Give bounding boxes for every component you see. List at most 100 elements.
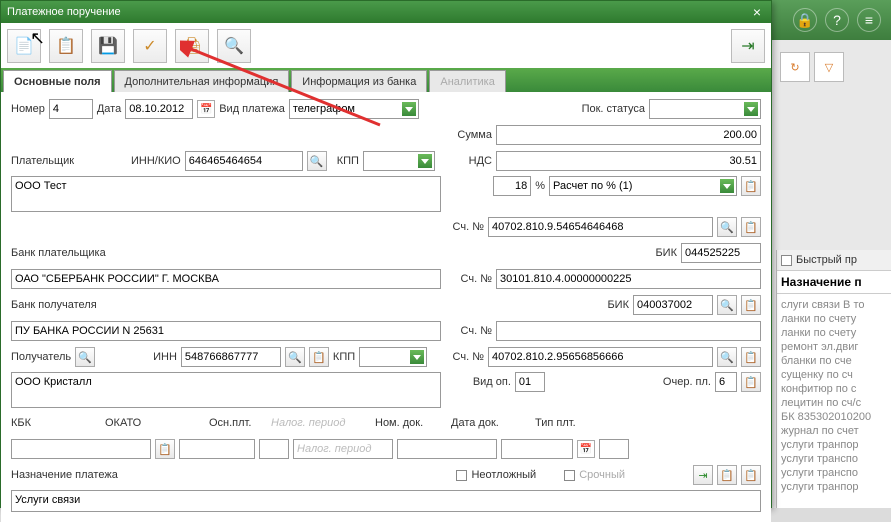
datedok-calendar-icon[interactable]: 📅 (577, 440, 595, 458)
tab-extra[interactable]: Дополнительная информация (114, 70, 290, 92)
toolbar: 📄 📋 💾 ✓ 🖨 🔍 ⇥ (1, 23, 771, 68)
print-button[interactable]: 🖨 (175, 29, 209, 63)
okato-label: ОКАТО (105, 417, 205, 429)
recv-bik-lookup-button[interactable]: 🔍 (717, 295, 737, 315)
exit-button[interactable]: ⇥ (731, 29, 765, 63)
recv-acc-input[interactable] (488, 347, 713, 367)
recv-inn-label: ИНН (153, 351, 177, 363)
funnel-icon[interactable]: ▽ (814, 52, 844, 82)
vid-op-input[interactable] (515, 372, 545, 392)
purpose-btn3[interactable]: 📋 (741, 465, 761, 485)
osn-label: Осн.плт. (209, 417, 267, 429)
kbk-list-button[interactable]: 📋 (155, 439, 175, 459)
recv-kpp-select[interactable] (359, 347, 427, 367)
right-panel-body: слуги связи В то ланки по счету ланки по… (777, 294, 891, 498)
kbk-input[interactable] (11, 439, 151, 459)
tabbar: Основные поля Дополнительная информация … (1, 68, 771, 92)
number-label: Номер (11, 103, 45, 115)
payer-acc-input[interactable] (488, 217, 713, 237)
menu-icon[interactable]: ≡ (857, 8, 881, 32)
nds-calc-select[interactable]: Расчет по % (1) (549, 176, 737, 196)
recv-bank-acc-input[interactable] (496, 321, 761, 341)
recv-inn-input[interactable] (181, 347, 281, 367)
date-input[interactable] (125, 99, 193, 119)
datedok-input[interactable] (501, 439, 573, 459)
payment-type-select[interactable]: телеграфом (289, 99, 419, 119)
recv-acc-lookup-button[interactable]: 🔍 (717, 347, 737, 367)
payer-bank-name-input[interactable] (11, 269, 441, 289)
payer-acc-list-button[interactable]: 📋 (741, 217, 761, 237)
nalog-label: Налог. период (271, 417, 371, 429)
payer-name-textarea[interactable] (11, 176, 441, 212)
tab-bank[interactable]: Информация из банка (291, 70, 427, 92)
form-area: Номер Дата 📅 Вид платежа телеграфом Пок.… (1, 92, 771, 522)
inn-kio-input[interactable] (185, 151, 303, 171)
recv-bik-input[interactable] (633, 295, 713, 315)
calendar-icon[interactable]: 📅 (197, 100, 215, 118)
nds-pct-input[interactable] (493, 176, 531, 196)
refresh-icon[interactable]: ↻ (780, 52, 810, 82)
help-icon[interactable]: ? (825, 8, 849, 32)
payer-bank-acc-input[interactable] (496, 269, 761, 289)
recv-lookup-button[interactable]: 🔍 (75, 347, 95, 367)
status-label: Пок. статуса (582, 103, 645, 115)
purpose-textarea[interactable] (11, 490, 761, 512)
payment-type-label: Вид платежа (219, 103, 285, 115)
recv-inn-lookup-button[interactable]: 🔍 (285, 347, 305, 367)
kpp-select[interactable] (363, 151, 435, 171)
check-doc-button[interactable]: ✓ (133, 29, 167, 63)
kpp-label: КПП (337, 155, 359, 167)
srochny-label: Срочный (579, 469, 625, 481)
sum-label: Сумма (457, 129, 492, 141)
tab-analytics: Аналитика (429, 70, 505, 92)
purpose-btn2[interactable]: 📋 (717, 465, 737, 485)
cursor-icon: ↖ (30, 28, 45, 49)
number-input[interactable] (49, 99, 93, 119)
inn-lookup-button[interactable]: 🔍 (307, 151, 327, 171)
nomdok-label: Ном. док. (375, 417, 447, 429)
status-select[interactable] (649, 99, 761, 119)
payer-bank-label: Банк плательщика (11, 247, 106, 259)
srochny-checkbox[interactable] (564, 470, 575, 481)
purpose-btn1[interactable]: ⇥ (693, 465, 713, 485)
quick-checkbox[interactable] (781, 255, 792, 266)
payer-acc-lookup-button[interactable]: 🔍 (717, 217, 737, 237)
find-button[interactable]: 🔍 (217, 29, 251, 63)
payment-order-window: Платежное поручение × 📄 📋 💾 ✓ 🖨 🔍 ⇥ Осно… (0, 0, 772, 508)
recv-bank-name-input[interactable] (11, 321, 441, 341)
ocher-label: Очер. пл. (663, 376, 711, 388)
tipplt-label: Тип плт. (535, 417, 576, 429)
tipplt-input[interactable] (599, 439, 629, 459)
kbk-label: КБК (11, 417, 101, 429)
datedok-label: Дата док. (451, 417, 531, 429)
recv-bank-acc-label: Сч. № (461, 325, 492, 337)
nds-edit-button[interactable]: 📋 (741, 176, 761, 196)
recv-name-textarea[interactable] (11, 372, 441, 408)
nalog-input[interactable] (293, 439, 393, 459)
ocher-input[interactable] (715, 372, 737, 392)
recv-inn-list-button[interactable]: 📋 (309, 347, 329, 367)
nds-input[interactable] (496, 151, 761, 171)
payer-bik-input[interactable] (681, 243, 761, 263)
close-icon[interactable]: × (749, 4, 765, 20)
urgent-checkbox[interactable] (456, 470, 467, 481)
okato-input[interactable] (179, 439, 255, 459)
payer-bank-acc-label: Сч. № (461, 273, 492, 285)
recv-bik-list-button[interactable]: 📋 (741, 295, 761, 315)
ocher-list-button[interactable]: 📋 (741, 372, 761, 392)
payer-acc-label: Сч. № (453, 221, 484, 233)
payer-bik-label: БИК (655, 247, 677, 259)
save-button[interactable]: 💾 (91, 29, 125, 63)
recv-acc-list-button[interactable]: 📋 (741, 347, 761, 367)
sum-input[interactable] (496, 125, 761, 145)
lock-icon[interactable]: 🔒 (793, 8, 817, 32)
osn-input[interactable] (259, 439, 289, 459)
right-panel-header: Назначение п (777, 271, 891, 294)
recv-kpp-label: КПП (333, 351, 355, 363)
urgent-label: Неотложный (471, 469, 536, 481)
tab-main[interactable]: Основные поля (3, 70, 112, 92)
recv-bank-label: Банк получателя (11, 299, 97, 311)
recv-label: Получатель (11, 351, 71, 363)
nomdok-input[interactable] (397, 439, 497, 459)
copy-doc-button[interactable]: 📋 (49, 29, 83, 63)
